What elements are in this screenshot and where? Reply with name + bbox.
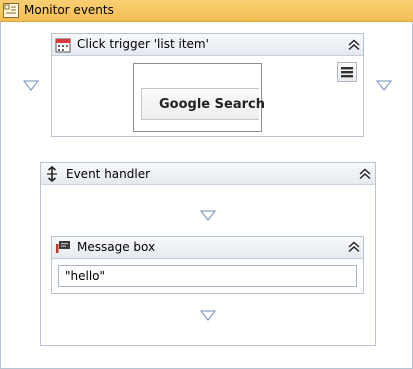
collapse-chevron-icon[interactable] (358, 167, 372, 181)
event-handler-title: Event handler (66, 167, 151, 181)
monitor-events-icon (3, 3, 19, 18)
event-handler-icon (45, 165, 59, 183)
message-box-title: Message box (77, 240, 156, 254)
hamburger-menu-icon[interactable] (337, 62, 357, 82)
drop-target-triangle-icon[interactable] (22, 80, 40, 91)
drop-target-triangle-icon[interactable] (375, 80, 393, 91)
google-search-label: Google Search (159, 97, 265, 112)
collapse-chevron-icon[interactable] (347, 38, 361, 52)
calendar-trigger-icon (55, 37, 71, 53)
collapse-chevron-icon[interactable] (347, 240, 361, 254)
message-text-field[interactable] (58, 265, 357, 287)
monitor-events-title: Monitor events (24, 3, 114, 17)
click-trigger-title: Click trigger 'list item' (77, 37, 209, 51)
message-box-icon (55, 239, 71, 254)
drop-target-triangle-icon[interactable] (199, 310, 217, 321)
drop-target-triangle-icon[interactable] (199, 210, 217, 221)
